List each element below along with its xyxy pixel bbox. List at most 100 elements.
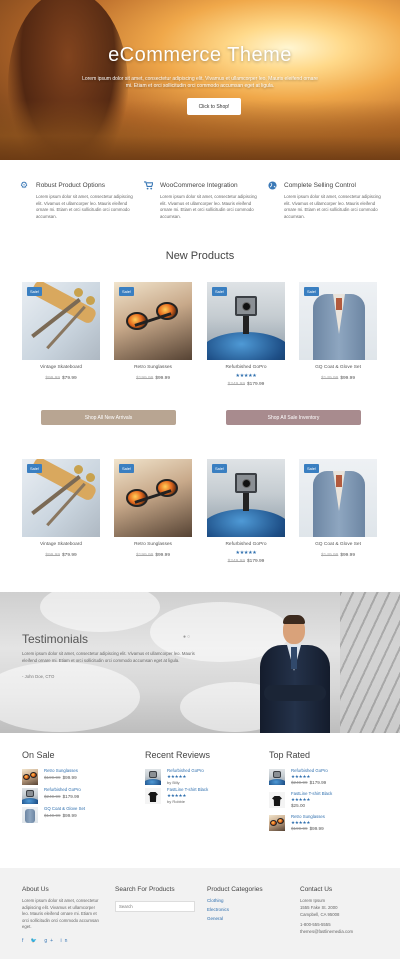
product-image[interactable]: Sale! bbox=[299, 459, 377, 537]
product-image[interactable]: Sale! bbox=[114, 459, 192, 537]
facebook-icon[interactable]: f bbox=[22, 938, 26, 944]
product-image[interactable]: Sale! bbox=[207, 282, 285, 360]
product-thumb[interactable] bbox=[145, 769, 161, 785]
product-price: $199.99 $99.99 bbox=[44, 775, 77, 780]
contact-phone: 1-800-555-5555 bbox=[300, 922, 331, 927]
feature-title: Robust Product Options bbox=[36, 182, 106, 189]
product-thumb[interactable] bbox=[145, 788, 161, 804]
product-thumb[interactable] bbox=[22, 769, 38, 785]
contact-line: 1555 Fake St. 2000 bbox=[300, 905, 338, 910]
product-link[interactable]: Refurbished GoPro bbox=[44, 787, 81, 792]
product-image[interactable]: Sale! bbox=[22, 282, 100, 360]
list-item[interactable]: Retro Sunglasses $199.99 $99.99 bbox=[22, 768, 132, 786]
product-name[interactable]: Retro Sunglasses bbox=[114, 365, 192, 370]
product-link[interactable]: FastLine T-shirt Black bbox=[167, 787, 208, 792]
hero-text: Lorem ipsum dolor sit amet, consectetur … bbox=[82, 76, 318, 89]
product-price: $99.99 $79.99 bbox=[45, 553, 77, 558]
list-item[interactable]: Refurbished GoPro ★★★★★ by Billy bbox=[145, 768, 255, 786]
product-name[interactable]: GQ Coat & Glove Set bbox=[299, 365, 377, 370]
product-thumb[interactable] bbox=[22, 807, 38, 823]
footer-title: Search For Products bbox=[115, 886, 175, 893]
shop-new-arrivals-button[interactable]: Shop All New Arrivals bbox=[41, 410, 176, 425]
category-link[interactable]: General bbox=[207, 916, 223, 921]
testimonial-quote: Lorem ipsum dolor sit amet, consectetur … bbox=[22, 651, 195, 663]
shop-sale-inventory-button[interactable]: Shop All Sale Inventory bbox=[226, 410, 361, 425]
product-price: $249.99 $179.99 bbox=[227, 559, 265, 564]
product-grid: Sale! Vintage Skateboard $99.99 $79.99 Sa… bbox=[22, 282, 378, 392]
product-image[interactable]: Sale! bbox=[299, 282, 377, 360]
list-item[interactable]: GQ Coat & Glove Set $149.99 $99.99 bbox=[22, 806, 132, 824]
category-link[interactable]: Clothing bbox=[207, 898, 224, 903]
product-price: $249.99 $179.99 bbox=[44, 794, 80, 799]
product-price: $99.99 $79.99 bbox=[45, 376, 77, 381]
cart-icon bbox=[144, 181, 154, 190]
review-author: by Billy bbox=[167, 780, 180, 785]
product-link[interactable]: Retro Sunglasses bbox=[44, 768, 78, 773]
product-link[interactable]: GQ Coat & Glove Set bbox=[44, 806, 85, 811]
footer-about-text: Lorem ipsum dolor sit amet, consectetur … bbox=[22, 898, 99, 929]
feature-text: Lorem ipsum dolor sit amet, consectetur … bbox=[284, 194, 381, 219]
contact-line: Campbell, CA 95008 bbox=[300, 912, 340, 917]
new-products-title: New Products bbox=[165, 250, 235, 262]
footer-title: Product Categories bbox=[207, 886, 263, 893]
list-item[interactable]: FastLine T-shirt Black ★★★★★ $25.00 bbox=[269, 791, 379, 809]
testimonial-author: - John Doe, CTO bbox=[22, 674, 55, 679]
twitter-icon[interactable]: 🐦 bbox=[31, 938, 40, 944]
product-price: $149.99 $99.99 bbox=[320, 553, 355, 558]
product-price: $199.99 $99.99 bbox=[135, 376, 170, 381]
product-name[interactable]: GQ Coat & Glove Set bbox=[299, 542, 377, 547]
product-thumb[interactable] bbox=[269, 792, 285, 808]
category-link[interactable]: Electronics bbox=[207, 907, 229, 912]
features-row: ⚙ Robust Product Options Lorem ipsum dol… bbox=[20, 180, 390, 220]
product-image[interactable]: Sale! bbox=[114, 282, 192, 360]
contact-line: Lorem Ipsum bbox=[300, 898, 326, 903]
product-name[interactable]: Refurbished GoPro bbox=[207, 542, 285, 547]
product-price: $25.00 bbox=[291, 803, 306, 808]
sale-badge: Sale! bbox=[212, 464, 227, 473]
footer-title: About Us bbox=[22, 886, 49, 893]
feature-title: WooCommerce Integration bbox=[160, 182, 238, 189]
feature-title: Complete Selling Control bbox=[284, 182, 356, 189]
sale-badge: Sale! bbox=[212, 287, 227, 296]
testimonials-title: Testimonials bbox=[22, 632, 89, 646]
product-name[interactable]: Retro Sunglasses bbox=[114, 542, 192, 547]
rating-stars: ★★★★★ bbox=[235, 550, 257, 556]
product-link[interactable]: FastLine T-shirt Black bbox=[291, 791, 332, 796]
google-plus-icon[interactable]: g+ bbox=[44, 938, 56, 944]
product-link[interactable]: Refurbished GoPro bbox=[291, 768, 328, 773]
product-name[interactable]: Vintage Skateboard bbox=[22, 542, 100, 547]
product-link[interactable]: Retro Sunglasses bbox=[291, 814, 325, 819]
product-price: $249.99 $179.99 bbox=[291, 780, 327, 785]
product-image[interactable]: Sale! bbox=[207, 459, 285, 537]
product-price: $149.99 $99.99 bbox=[44, 813, 77, 818]
sale-badge: Sale! bbox=[304, 287, 319, 296]
list-item[interactable]: Refurbished GoPro $249.99 $179.99 bbox=[22, 787, 132, 805]
product-price: $149.99 $99.99 bbox=[320, 376, 355, 381]
list-item[interactable]: Retro Sunglasses ★★★★★ $199.99 $99.99 bbox=[269, 814, 379, 832]
list-item[interactable]: FastLine T-shirt Black ★★★★★ by Robbie bbox=[145, 787, 255, 805]
sale-badge: Sale! bbox=[27, 287, 42, 296]
click-to-shop-button[interactable]: Click to Shop! bbox=[187, 98, 241, 115]
gear-icon: ⚙ bbox=[20, 180, 29, 190]
slider-dots[interactable]: ●○ bbox=[183, 634, 191, 640]
search-input[interactable] bbox=[115, 901, 195, 912]
footer-title: Contact Us bbox=[300, 886, 333, 893]
product-thumb[interactable] bbox=[269, 769, 285, 785]
list-item[interactable]: Refurbished GoPro ★★★★★ $249.99 $179.99 bbox=[269, 768, 379, 786]
widget-title: Recent Reviews bbox=[145, 750, 211, 760]
hero-title: eCommerce Theme bbox=[108, 44, 292, 66]
rating-stars: ★★★★★ bbox=[235, 373, 257, 379]
social-links[interactable]: f 🐦 g+ in bbox=[22, 938, 70, 944]
product-thumb[interactable] bbox=[22, 788, 38, 804]
product-link[interactable]: Refurbished GoPro bbox=[167, 768, 204, 773]
product-grid: Sale! Vintage Skateboard $99.99 $79.99 Sa… bbox=[22, 459, 378, 569]
product-name[interactable]: Vintage Skateboard bbox=[22, 365, 100, 370]
product-thumb[interactable] bbox=[269, 815, 285, 831]
product-image[interactable]: Sale! bbox=[22, 459, 100, 537]
contact-email[interactable]: themes@fastlinemedia.com bbox=[300, 929, 353, 934]
feature-text: Lorem ipsum dolor sit amet, consectetur … bbox=[36, 194, 133, 219]
widget-title: On Sale bbox=[22, 750, 55, 760]
product-price: $199.99 $99.99 bbox=[291, 826, 324, 831]
product-name[interactable]: Refurbished GoPro bbox=[207, 365, 285, 370]
linkedin-icon[interactable]: in bbox=[61, 938, 71, 944]
